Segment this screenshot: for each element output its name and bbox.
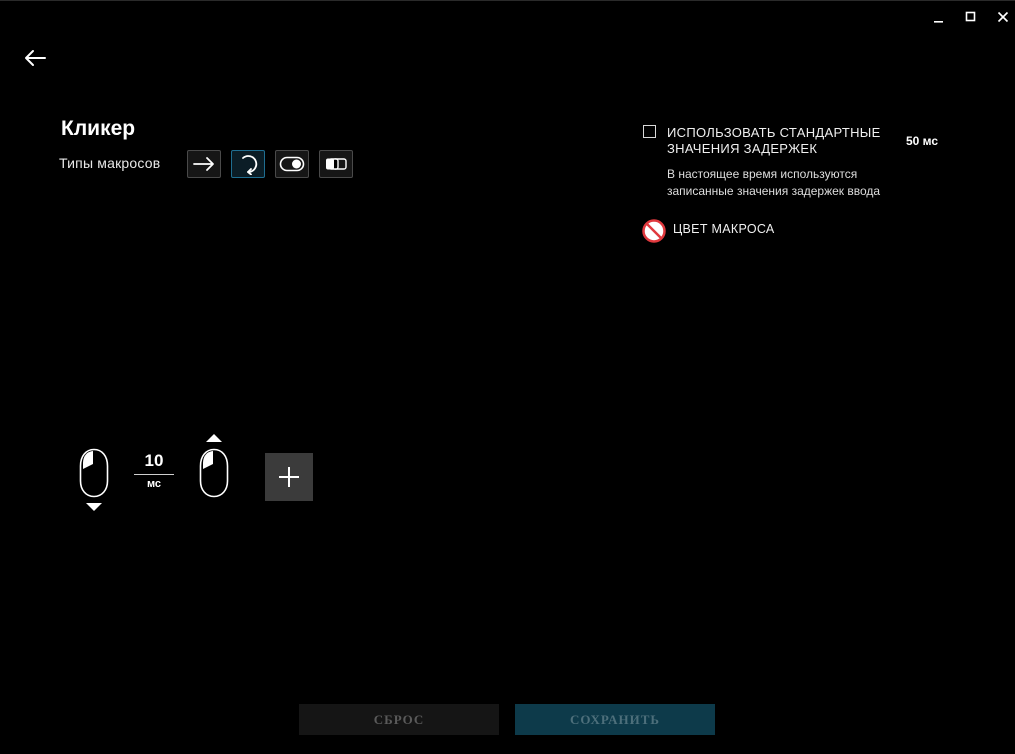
macro-type-sequence-button[interactable] [319, 150, 353, 178]
use-default-delays-checkbox[interactable] [643, 125, 656, 138]
add-step-button[interactable] [265, 453, 313, 501]
maximize-button[interactable] [960, 6, 982, 28]
repeat-icon [242, 155, 258, 175]
plus-icon [279, 467, 299, 487]
maximize-icon [965, 11, 976, 22]
macro-type-repeat-button[interactable] [231, 150, 265, 178]
macro-type-toggle-button[interactable] [275, 150, 309, 178]
page-title: Кликер [61, 117, 136, 140]
mouse-left-icon [79, 448, 109, 498]
macro-types-label: Типы макросов [59, 155, 161, 171]
key-down-arrow-icon [86, 503, 102, 511]
minimize-icon [934, 21, 943, 23]
delay-step-unit: мс [146, 478, 162, 490]
arrow-right-icon [193, 157, 214, 171]
save-button[interactable]: СОХРАНИТЬ [515, 704, 715, 735]
macro-color-label[interactable]: ЦВЕТ МАКРОСА [673, 222, 775, 236]
delay-step-divider [134, 474, 174, 475]
minimize-button[interactable] [928, 6, 950, 28]
no-color-icon [642, 219, 666, 243]
window-top-border [0, 0, 1015, 1]
sequence-step-left-up[interactable] [199, 448, 229, 498]
delay-note: В настоящее время используются записанны… [667, 167, 881, 198]
macro-type-no-repeat-button[interactable] [187, 150, 221, 178]
use-default-delays-label[interactable]: ИСПОЛЬЗОВАТЬ СТАНДАРТНЫЕ ЗНАЧЕНИЯ ЗАДЕРЖ… [667, 125, 897, 157]
toggle-icon [279, 156, 305, 172]
back-button[interactable] [20, 45, 50, 71]
sequence-step-left-down[interactable] [79, 448, 109, 498]
mouse-left-icon [199, 448, 229, 498]
key-up-arrow-icon [206, 434, 222, 442]
default-delay-value: 50 мс [906, 134, 939, 148]
close-button[interactable] [992, 6, 1014, 28]
sequence-icon [326, 158, 347, 170]
close-icon [997, 11, 1009, 23]
macro-editor-window: Кликер Типы макросов ИСПОЛЬЗОВАТЬ СТАНДА… [0, 0, 1015, 754]
delay-step-value[interactable]: 10 [134, 451, 174, 471]
macro-color-button[interactable] [642, 219, 666, 243]
arrow-left-icon [25, 50, 46, 66]
reset-button[interactable]: СБРОС [299, 704, 499, 735]
